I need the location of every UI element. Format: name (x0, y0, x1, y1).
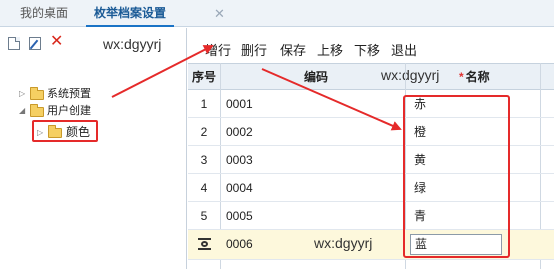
row-code[interactable]: 0002 (226, 118, 253, 146)
row-name[interactable]: 黄 (414, 146, 426, 174)
delete-icon[interactable]: ✕ (50, 34, 63, 50)
row-code[interactable]: 0006 (226, 230, 253, 258)
table-row[interactable]: 2 0002 橙 (188, 118, 554, 146)
required-mark: * (459, 70, 464, 84)
row-code[interactable]: 0005 (226, 202, 253, 230)
table-row-editing[interactable]: 0006 wx:dgyyrj 蓝 (188, 230, 554, 260)
exit-button[interactable]: 退出 (391, 40, 417, 59)
save-button[interactable]: 保存 (280, 40, 306, 59)
move-down-button[interactable]: 下移 (354, 40, 380, 59)
tab-my-desktop[interactable]: 我的桌面 (20, 0, 68, 27)
tree-node-system-preset[interactable]: ▷ 系统预置 (0, 86, 186, 102)
folder-open-icon (30, 104, 44, 117)
tree-node-label: 颜色 (66, 125, 91, 139)
edit-icon[interactable] (29, 37, 41, 50)
left-panel: ✕ wx:dgyyrj ▷ 系统预置 ◢ 用户创建 ▷ 颜色 (0, 28, 187, 269)
new-document-icon[interactable] (8, 37, 20, 50)
watermark-text: wx:dgyyrj (103, 36, 162, 52)
row-code[interactable]: 0003 (226, 146, 253, 174)
row-seq: 4 (200, 181, 208, 195)
header-name: * 名称 (459, 64, 490, 90)
row-name[interactable]: 赤 (414, 90, 426, 118)
close-icon[interactable]: ✕ (214, 0, 225, 27)
expand-arrow-icon[interactable]: ▷ (19, 86, 25, 102)
row-seq: 2 (200, 125, 208, 139)
tab-enum-archive-settings[interactable]: 枚举档案设置 (86, 0, 175, 27)
table-row[interactable]: 1 0001 赤 (188, 90, 554, 118)
tab-bar: 我的桌面 枚举档案设置 ✕ (0, 0, 554, 27)
row-name[interactable]: 绿 (414, 174, 426, 202)
row-seq: 5 (200, 209, 208, 223)
watermark-text: wx:dgyyrj (381, 67, 440, 83)
row-seq: 1 (200, 97, 208, 111)
move-up-button[interactable]: 上移 (317, 40, 343, 59)
row-code[interactable]: 0001 (226, 90, 253, 118)
table-row[interactable]: 4 0004 绿 (188, 174, 554, 202)
folder-icon (48, 125, 62, 138)
row-seq: 3 (200, 153, 208, 167)
delete-row-button[interactable]: 删行 (241, 40, 267, 59)
tree-node-label: 系统预置 (47, 88, 91, 100)
row-editing-icon (198, 238, 211, 250)
row-name[interactable]: 橙 (414, 118, 426, 146)
table-row[interactable]: 3 0003 黄 (188, 146, 554, 174)
header-code: 编码 (304, 70, 329, 84)
collapse-arrow-icon[interactable]: ◢ (19, 103, 25, 119)
row-code[interactable]: 0004 (226, 174, 253, 202)
table-row[interactable]: 5 0005 青 (188, 202, 554, 230)
header-seq: 序号 (192, 70, 217, 84)
header-name-label: 名称 (465, 70, 490, 84)
name-input[interactable]: 蓝 (410, 234, 502, 255)
grid-toolbar: 增行 删行 保存 上移 下移 退出 (188, 28, 554, 63)
tree-node-label: 用户创建 (47, 105, 91, 117)
row-name[interactable]: 青 (414, 202, 426, 230)
grid-header: 序号 编码 wx:dgyyrj * 名称 (188, 63, 554, 90)
folder-icon (30, 87, 44, 100)
tree-node-color[interactable]: ▷ 颜色 (32, 120, 98, 142)
add-row-button[interactable]: 增行 (205, 40, 231, 59)
left-toolbar: ✕ wx:dgyyrj (0, 28, 186, 58)
expand-arrow-icon[interactable]: ▷ (37, 125, 43, 141)
tree-node-user-created[interactable]: ◢ 用户创建 (0, 103, 186, 119)
enum-grid: 序号 编码 wx:dgyyrj * 名称 1 0001 赤 2 0002 橙 3 … (188, 63, 554, 269)
watermark-text: wx:dgyyrj (314, 235, 373, 251)
